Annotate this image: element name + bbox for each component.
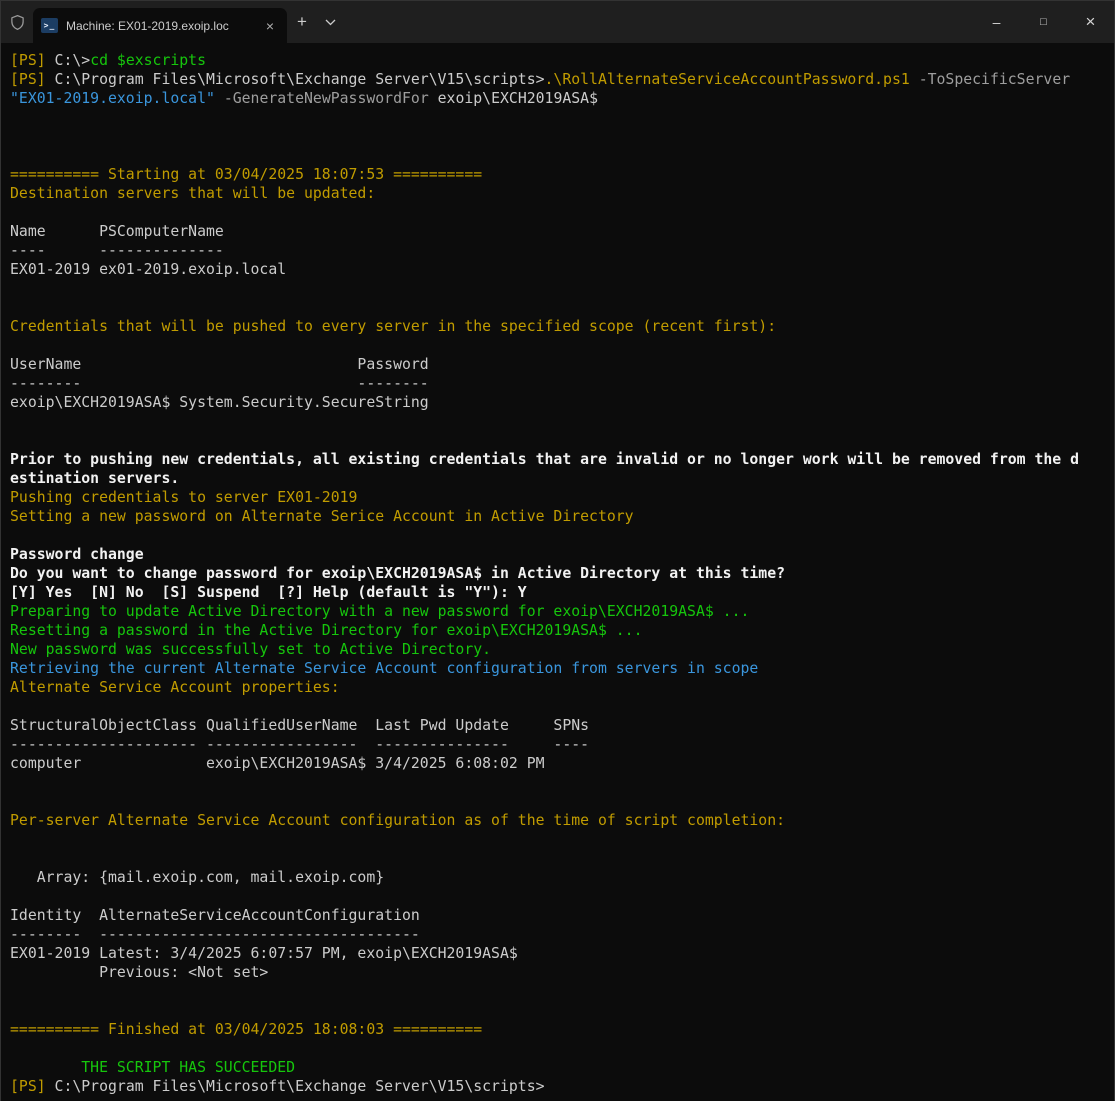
shield-icon: [1, 1, 33, 43]
terminal-line: Setting a new password on Alternate Seri…: [10, 507, 1114, 526]
terminal-line: New password was successfully set to Act…: [10, 640, 1114, 659]
terminal-line: [10, 697, 1114, 716]
terminal-line: [10, 279, 1114, 298]
terminal-line: [10, 887, 1114, 906]
terminal-line: Retrieving the current Alternate Service…: [10, 659, 1114, 678]
terminal-line: Previous: <Not set>: [10, 963, 1114, 982]
terminal-line: Identity AlternateServiceAccountConfigur…: [10, 906, 1114, 925]
terminal-line: -------- -------------------------------…: [10, 925, 1114, 944]
terminal-line: exoip\EXCH2019ASA$ System.Security.Secur…: [10, 393, 1114, 412]
terminal-line: UserName Password: [10, 355, 1114, 374]
terminal-line: [10, 431, 1114, 450]
titlebar-drag-area: [343, 1, 973, 43]
terminal-line: [10, 1001, 1114, 1020]
terminal-line: StructuralObjectClass QualifiedUserName …: [10, 716, 1114, 735]
terminal-line: [10, 146, 1114, 165]
terminal-line: [PS] C:\Program Files\Microsoft\Exchange…: [10, 70, 1114, 89]
terminal-line: Preparing to update Active Directory wit…: [10, 602, 1114, 621]
terminal-line: Pushing credentials to server EX01-2019: [10, 488, 1114, 507]
terminal-line: ========== Starting at 03/04/2025 18:07:…: [10, 165, 1114, 184]
maximize-button[interactable]: □: [1020, 1, 1067, 43]
terminal-line: Alternate Service Account properties:: [10, 678, 1114, 697]
terminal-line: [10, 792, 1114, 811]
terminal-line: [10, 203, 1114, 222]
terminal-line: [10, 982, 1114, 1001]
terminal-line: [10, 108, 1114, 127]
terminal-line: Password change: [10, 545, 1114, 564]
tab-title: Machine: EX01-2019.exoip.loc: [66, 19, 253, 33]
close-button[interactable]: ×: [1067, 1, 1114, 43]
minimize-button[interactable]: –: [973, 1, 1020, 43]
tab-close-icon[interactable]: ×: [261, 17, 279, 35]
terminal-line: [PS] C:\Program Files\Microsoft\Exchange…: [10, 1077, 1114, 1096]
terminal-line: [10, 412, 1114, 431]
terminal-line: estination servers.: [10, 469, 1114, 488]
terminal-window: >_ Machine: EX01-2019.exoip.loc × + – □ …: [0, 0, 1115, 1101]
powershell-icon: >_: [41, 18, 58, 33]
terminal-line: Name PSComputerName: [10, 222, 1114, 241]
terminal-line: [10, 830, 1114, 849]
terminal-line: [PS] C:\>cd $exscripts: [10, 51, 1114, 70]
terminal-line: ---- --------------: [10, 241, 1114, 260]
tab-machine[interactable]: >_ Machine: EX01-2019.exoip.loc ×: [33, 8, 287, 43]
new-tab-button[interactable]: +: [287, 1, 317, 43]
terminal-line: Credentials that will be pushed to every…: [10, 317, 1114, 336]
terminal-line: --------------------- ----------------- …: [10, 735, 1114, 754]
titlebar: >_ Machine: EX01-2019.exoip.loc × + – □ …: [1, 1, 1114, 43]
terminal-line: [10, 336, 1114, 355]
terminal-line: -------- --------: [10, 374, 1114, 393]
chevron-down-icon: [325, 19, 336, 26]
terminal-line: EX01-2019 Latest: 3/4/2025 6:07:57 PM, e…: [10, 944, 1114, 963]
terminal-line: Per-server Alternate Service Account con…: [10, 811, 1114, 830]
terminal-line: [10, 849, 1114, 868]
terminal-line: THE SCRIPT HAS SUCCEEDED: [10, 1058, 1114, 1077]
terminal-line: EX01-2019 ex01-2019.exoip.local: [10, 260, 1114, 279]
terminal-line: [10, 1039, 1114, 1058]
tab-dropdown-button[interactable]: [317, 1, 343, 43]
terminal-line: Destination servers that will be updated…: [10, 184, 1114, 203]
terminal-line: [10, 773, 1114, 792]
terminal-line: Do you want to change password for exoip…: [10, 564, 1114, 583]
terminal-line: "EX01-2019.exoip.local" -GenerateNewPass…: [10, 89, 1114, 108]
terminal-line: ========== Finished at 03/04/2025 18:08:…: [10, 1020, 1114, 1039]
terminal-line: [Y] Yes [N] No [S] Suspend [?] Help (def…: [10, 583, 1114, 602]
terminal-line: Resetting a password in the Active Direc…: [10, 621, 1114, 640]
terminal-line: [10, 526, 1114, 545]
terminal-line: Prior to pushing new credentials, all ex…: [10, 450, 1114, 469]
terminal-line: [10, 127, 1114, 146]
terminal-line: computer exoip\EXCH2019ASA$ 3/4/2025 6:0…: [10, 754, 1114, 773]
terminal-line: [10, 298, 1114, 317]
terminal-output[interactable]: [PS] C:\>cd $exscripts[PS] C:\Program Fi…: [1, 43, 1114, 1101]
terminal-line: Array: {mail.exoip.com, mail.exoip.com}: [10, 868, 1114, 887]
